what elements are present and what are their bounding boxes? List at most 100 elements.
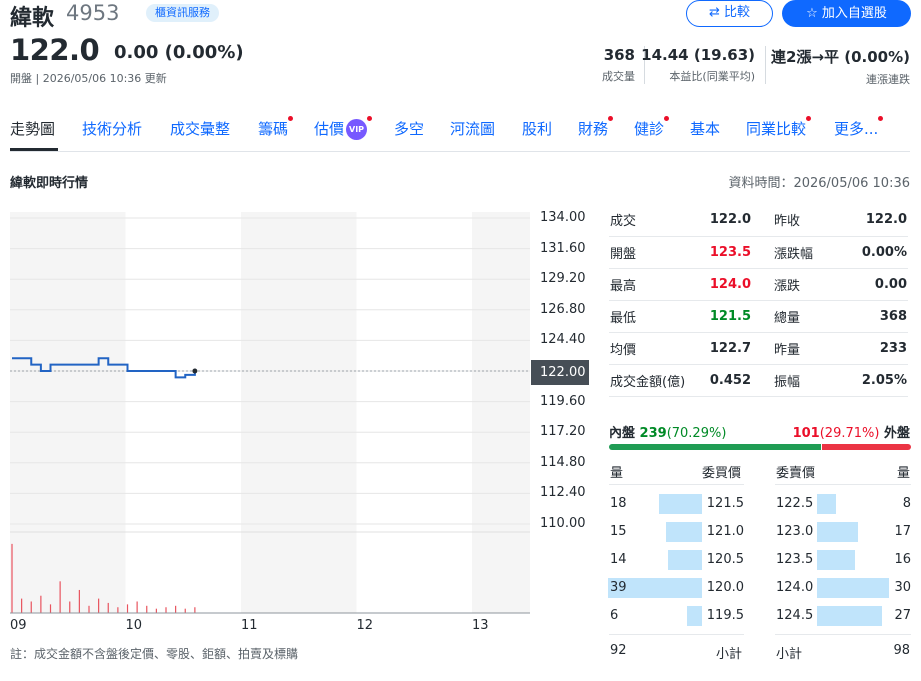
tab-label: 成交彙整: [170, 120, 231, 138]
quote-value: 0.00: [834, 268, 908, 301]
tab-trades[interactable]: 成交彙整: [170, 118, 230, 139]
tab-label: 同業比較: [746, 120, 807, 138]
footnote: 註：成交金額不含盤後定價、零股、鉅額、拍賣及標購: [10, 647, 299, 661]
bid-price-header: 委買價: [702, 466, 742, 481]
volume-bar: [98, 598, 100, 613]
bid-price: 120.5: [706, 552, 744, 567]
new-dot-icon: [878, 116, 884, 121]
ask-row[interactable]: 124.0 30: [775, 577, 911, 599]
quote-row: 均價 122.7 昨量 233: [609, 332, 908, 365]
data-time: 資料時間：2026/05/06 10:36: [728, 176, 910, 191]
tab-bullbear[interactable]: 多空: [394, 118, 424, 139]
bid-volume-bar: [687, 606, 702, 626]
ask-qty-header: 量: [896, 466, 910, 481]
quote-label: 成交金額(億): [609, 364, 709, 397]
quote-label: 最高: [609, 268, 709, 301]
quote-label: 開盤: [609, 236, 709, 269]
volume-bar: [69, 601, 71, 613]
stock-name: 緯軟: [10, 6, 55, 31]
volume-bar: [49, 604, 52, 613]
bid-qty: 39: [610, 580, 627, 595]
divider: [775, 634, 911, 635]
ask-total: 98: [893, 643, 910, 658]
quote-label: 總量: [774, 300, 834, 333]
volume-bar: [175, 605, 177, 613]
volume-bar: [59, 581, 61, 613]
tab-river[interactable]: 河流圖: [450, 118, 495, 139]
ask-row[interactable]: 123.5 16: [775, 549, 911, 571]
tab-chart[interactable]: 走勢圖: [10, 118, 55, 139]
spacer: [753, 268, 774, 301]
x-tick-label: 09: [10, 618, 27, 633]
quote-row: 成交 122.0 昨收 122.0: [609, 204, 908, 237]
quote-label: 昨量: [774, 332, 834, 365]
divider: [609, 484, 744, 485]
divider: [775, 484, 911, 485]
quote-value: 0.452: [709, 364, 753, 397]
stat-value: 14.44 (19.63): [641, 46, 755, 64]
industry-tag[interactable]: 櫃資訊服務: [146, 4, 219, 22]
tab-valuation[interactable]: 估價 VIP: [314, 116, 373, 140]
bid-row[interactable]: 15 121.0: [609, 521, 744, 543]
inner-value: 239: [639, 426, 667, 441]
compare-button[interactable]: ⇄ 比較: [686, 0, 773, 27]
section-title: 緯軟即時行情: [10, 176, 89, 191]
ask-qty: 27: [894, 608, 911, 623]
new-dot-icon: [664, 116, 670, 121]
tab-financial[interactable]: 財務: [578, 116, 614, 139]
tab-dividend[interactable]: 股利: [522, 118, 552, 139]
y-tick-label: 124.40: [540, 332, 586, 348]
tab-label: 股利: [522, 120, 553, 138]
quote-label: 漲跌: [774, 268, 834, 301]
volume-bar: [194, 607, 196, 613]
tab-chips[interactable]: 籌碼: [258, 116, 294, 139]
tab-peers[interactable]: 同業比較: [746, 116, 812, 139]
new-dot-icon: [367, 116, 373, 121]
bid-row[interactable]: 6 119.5: [609, 605, 744, 627]
bid-row[interactable]: 39 120.0: [608, 577, 744, 599]
divider: [609, 634, 744, 635]
tab-more[interactable]: 更多...: [834, 116, 884, 139]
volume-bar: [78, 589, 80, 613]
ask-row[interactable]: 124.5 27: [775, 605, 911, 627]
bid-row[interactable]: 14 120.5: [609, 549, 744, 571]
ask-row[interactable]: 123.0 17: [775, 521, 911, 543]
volume-bar: [126, 604, 129, 613]
tab-label: 走勢圖: [10, 120, 56, 138]
intraday-chart[interactable]: [10, 212, 530, 614]
add-watchlist-button[interactable]: ☆ 加入自選股: [782, 0, 911, 27]
bid-qty: 18: [610, 496, 627, 511]
tab-basic[interactable]: 基本: [690, 118, 720, 139]
compare-label: 比較: [724, 5, 751, 20]
current-price: 122.0: [10, 33, 100, 67]
bid-row[interactable]: 18 121.5: [609, 493, 744, 515]
hour-band: [241, 212, 357, 613]
stat-value: 連2漲→平 (0.00%): [771, 48, 910, 66]
y-tick-label: 134.00: [540, 210, 586, 225]
ask-volume-bar: [817, 522, 858, 542]
spacer: [753, 300, 774, 333]
stat-pe: 14.44 (19.63) 本益比(同業平均): [641, 46, 755, 84]
tab-label: 多空: [394, 120, 425, 138]
tab-label: 籌碼: [258, 120, 289, 138]
quote-value: 0.00%: [834, 236, 908, 269]
ask-subtotal-label: 小計: [776, 647, 803, 662]
y-tick-label: 117.20: [540, 424, 586, 440]
tab-label: 更多...: [834, 120, 879, 138]
inner-ratio-bar: [609, 444, 821, 450]
ask-row[interactable]: 122.5 8: [775, 493, 911, 515]
ask-qty: 30: [894, 580, 911, 595]
quote-label: 昨收: [774, 204, 834, 237]
ask-qty: 17: [894, 524, 911, 539]
active-tab-indicator: [10, 148, 58, 151]
ask-price: 123.5: [776, 552, 814, 567]
quote-value: 124.0: [709, 268, 753, 301]
tab-health[interactable]: 健診: [634, 116, 670, 139]
hour-band: [10, 212, 126, 613]
ask-volume-bar: [817, 606, 882, 626]
bid-volume-bar: [668, 550, 702, 570]
volume-bar: [117, 607, 119, 613]
tab-technical[interactable]: 技術分析: [82, 118, 142, 139]
outer-pct: (29.71%): [819, 426, 880, 441]
new-dot-icon: [806, 116, 812, 121]
